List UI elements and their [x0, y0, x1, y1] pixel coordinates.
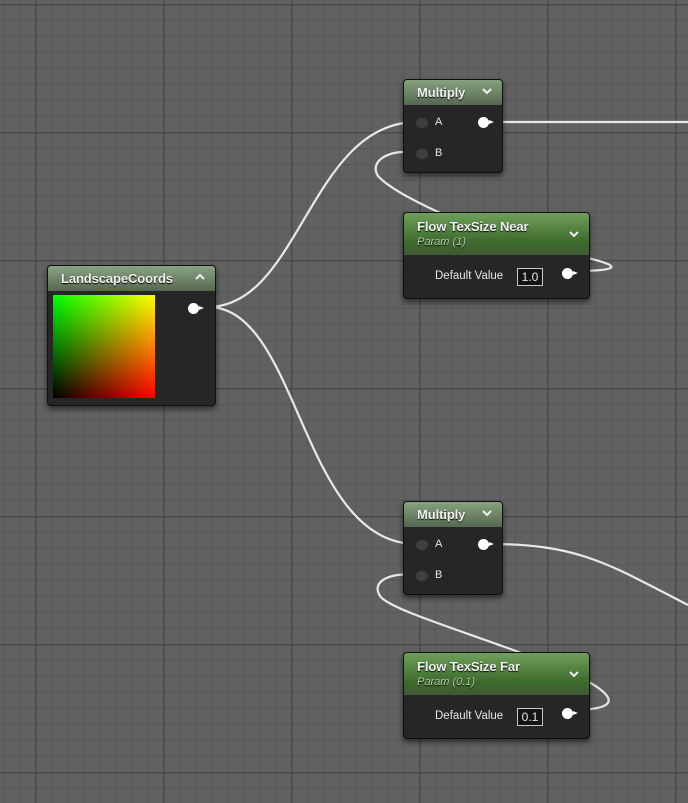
output-pin[interactable]: [188, 303, 204, 314]
wire-multiply-bottom-output[interactable]: [489, 542, 688, 606]
node-header[interactable]: LandscapeCoords: [48, 266, 215, 291]
node-subtitle: Param (1): [417, 236, 466, 248]
wire-coords-to-multiply-bottom-a[interactable]: [207, 305, 418, 546]
param-node-flow-texsize-far[interactable]: Flow TexSize Far Param (0.1) Default Val…: [403, 652, 590, 739]
chevron-up-icon[interactable]: [193, 270, 207, 284]
pin-label-b: B: [435, 147, 443, 159]
pin-label-a: A: [435, 538, 443, 550]
node-header[interactable]: Flow TexSize Near Param (1): [404, 213, 589, 255]
node-header[interactable]: Multiply: [404, 80, 502, 105]
input-pin-a[interactable]: [415, 117, 429, 129]
landscape-coords-node[interactable]: LandscapeCoords: [47, 265, 216, 406]
pin-label-a: A: [435, 116, 443, 128]
output-pin[interactable]: [478, 539, 494, 550]
chevron-down-icon[interactable]: [567, 227, 581, 241]
input-pin-a[interactable]: [415, 539, 429, 551]
output-pin[interactable]: [562, 268, 578, 279]
multiply-node-bottom[interactable]: Multiply A B: [403, 501, 503, 595]
default-value-label: Default Value: [435, 270, 504, 282]
node-header[interactable]: Flow TexSize Far Param (0.1): [404, 653, 589, 695]
input-pin-b[interactable]: [415, 570, 429, 582]
output-pin[interactable]: [478, 117, 494, 128]
node-title: Flow TexSize Far: [417, 659, 520, 674]
param-node-flow-texsize-near[interactable]: Flow TexSize Near Param (1) Default Valu…: [403, 212, 590, 299]
chevron-down-icon[interactable]: [567, 667, 581, 681]
chevron-down-icon[interactable]: [480, 506, 494, 520]
node-subtitle: Param (0.1): [417, 676, 476, 688]
default-value-input[interactable]: 1.0: [517, 268, 543, 286]
default-value-input[interactable]: 0.1: [517, 708, 543, 726]
multiply-node-top[interactable]: Multiply A B: [403, 79, 503, 173]
node-title: LandscapeCoords: [61, 271, 173, 286]
pin-label-b: B: [435, 569, 443, 581]
wire-coords-to-multiply-top-a[interactable]: [207, 120, 418, 309]
texture-preview: [53, 295, 155, 398]
node-title: Flow TexSize Near: [417, 219, 529, 234]
input-pin-b[interactable]: [415, 148, 429, 160]
output-pin[interactable]: [562, 708, 578, 719]
node-header[interactable]: Multiply: [404, 502, 502, 527]
default-value-label: Default Value: [435, 710, 504, 722]
chevron-down-icon[interactable]: [480, 84, 494, 98]
